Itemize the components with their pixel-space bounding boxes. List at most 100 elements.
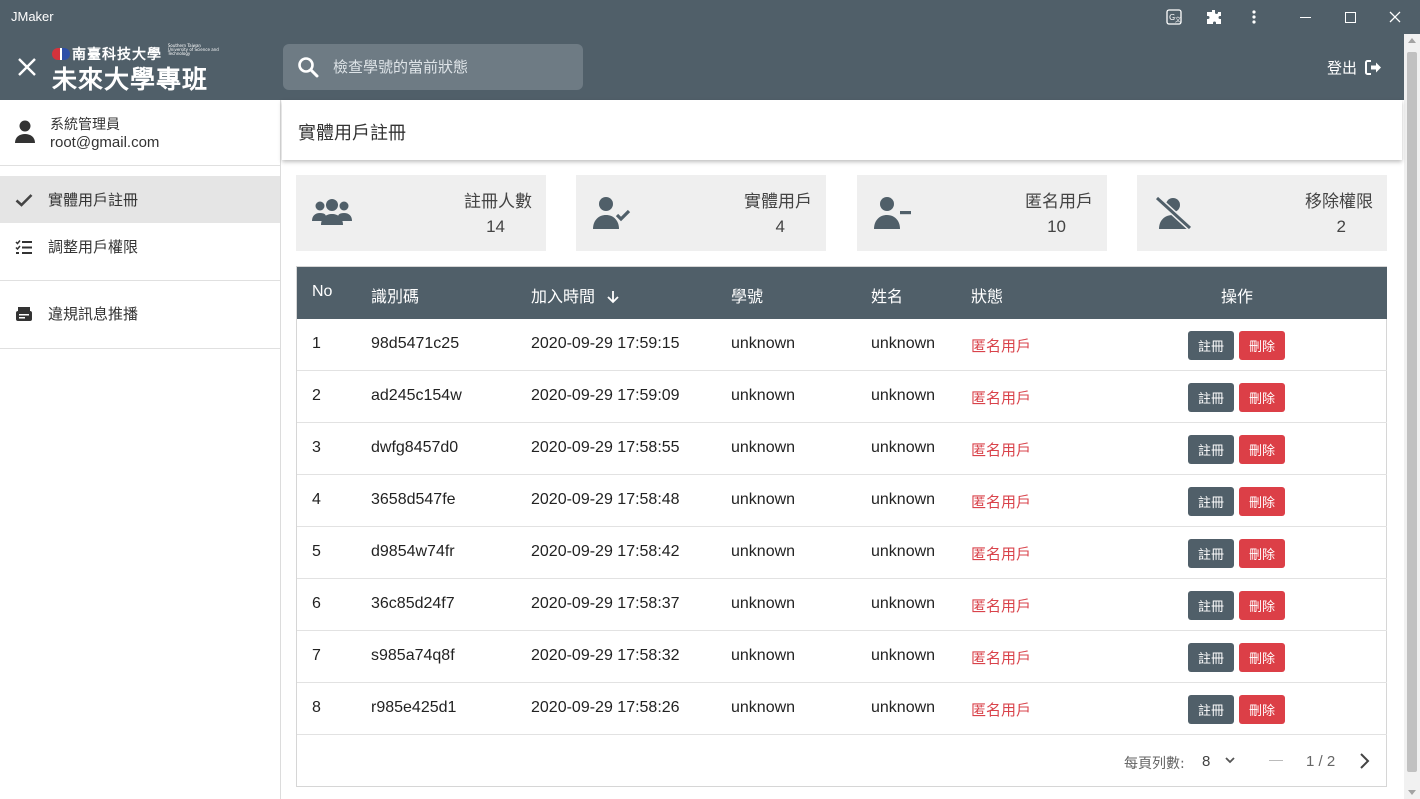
table-row: 7 s985a74q8f 2020-09-29 17:58:32 unknown… [297, 631, 1387, 683]
previous-page-button[interactable] [1269, 760, 1283, 761]
logout-label: 登出 [1327, 58, 1358, 77]
stat-value: 14 [486, 217, 505, 236]
user-slash-icon [1154, 195, 1193, 231]
search-box[interactable] [283, 44, 583, 90]
delete-button[interactable]: 刪除 [1239, 487, 1285, 516]
table-row: 1 98d5471c25 2020-09-29 17:59:15 unknown… [297, 319, 1387, 371]
cell-id: s985a74q8f [371, 647, 455, 664]
scroll-down-icon[interactable] [1408, 790, 1416, 795]
cell-student-id: unknown [731, 543, 796, 560]
user-icon [15, 120, 35, 143]
delete-button[interactable]: 刪除 [1239, 331, 1285, 360]
cell-status: 匿名用戶 [971, 701, 1032, 719]
chevron-down-icon[interactable] [1224, 754, 1236, 766]
stat-label: 匿名用戶 [1025, 192, 1093, 212]
scroll-up-icon[interactable] [1408, 38, 1416, 43]
column-header-student-id[interactable]: 學號 [731, 283, 763, 307]
sidebar-item-permissions[interactable]: 調整用戶權限 [0, 223, 280, 270]
extensions-icon[interactable] [1202, 5, 1226, 29]
sidebar-item-label: 實體用戶註冊 [48, 191, 139, 209]
translate-icon[interactable]: G文 [1162, 5, 1186, 29]
cell-status: 匿名用戶 [971, 389, 1032, 407]
cell-joined: 2020-09-29 17:59:15 [531, 335, 680, 352]
column-header-id[interactable]: 識別碼 [371, 283, 419, 307]
delete-button[interactable]: 刪除 [1239, 695, 1285, 724]
cell-status: 匿名用戶 [971, 597, 1032, 615]
table-header: No 識別碼 加入時間 學號 姓名 狀態 操作 [297, 267, 1387, 319]
school-emblem-icon [52, 48, 70, 60]
delete-button[interactable]: 刪除 [1239, 435, 1285, 464]
page-title: 實體用戶註冊 [298, 123, 406, 144]
user-minus-icon [874, 197, 911, 229]
delete-button[interactable]: 刪除 [1239, 643, 1285, 672]
more-vert-icon[interactable] [1242, 5, 1266, 29]
cell-name: unknown [871, 491, 936, 508]
logo: 南臺科技大學 Southern Taiwan University of Sci… [52, 44, 219, 94]
cell-status: 匿名用戶 [971, 545, 1032, 563]
table-row: 3 dwfg8457d0 2020-09-29 17:58:55 unknown… [297, 423, 1387, 475]
column-header-status[interactable]: 狀態 [971, 283, 1003, 307]
register-button[interactable]: 註冊 [1188, 435, 1234, 464]
svg-text:文: 文 [1175, 16, 1181, 24]
cell-name: unknown [871, 439, 936, 456]
column-header-no[interactable]: No [312, 283, 332, 301]
column-header-actions: 操作 [1221, 287, 1254, 306]
delete-button[interactable]: 刪除 [1239, 383, 1285, 412]
page-header: 實體用戶註冊 [282, 100, 1402, 160]
register-button[interactable]: 註冊 [1188, 487, 1234, 516]
register-button[interactable]: 註冊 [1188, 643, 1234, 672]
stat-card-registered: 註冊人數 14 [296, 175, 546, 251]
stat-card-anonymous-users: 匿名用戶 10 [857, 175, 1107, 251]
cell-no: 5 [312, 543, 321, 560]
sidebar-divider [0, 280, 280, 281]
page-info: 1 / 2 [1306, 753, 1336, 770]
logout-icon [1365, 59, 1382, 75]
users-group-icon [312, 199, 352, 225]
user-email: root@gmail.com [50, 134, 160, 151]
register-button[interactable]: 註冊 [1188, 331, 1234, 360]
message-icon [14, 304, 34, 324]
maximize-button[interactable] [1327, 0, 1373, 34]
close-window-button[interactable] [1372, 0, 1418, 34]
cell-joined: 2020-09-29 17:58:32 [531, 647, 680, 664]
register-button[interactable]: 註冊 [1188, 383, 1234, 412]
delete-button[interactable]: 刪除 [1239, 591, 1285, 620]
cell-no: 6 [312, 595, 321, 612]
logout-button[interactable]: 登出 [1327, 56, 1382, 78]
cell-id: dwfg8457d0 [371, 439, 459, 456]
stat-label: 實體用戶 [744, 192, 812, 212]
minimize-button[interactable] [1282, 0, 1328, 34]
table-row: 5 d9854w74fr 2020-09-29 17:58:42 unknown… [297, 527, 1387, 579]
register-button[interactable]: 註冊 [1188, 591, 1234, 620]
vertical-scrollbar[interactable] [1404, 34, 1420, 799]
cell-joined: 2020-09-29 17:59:09 [531, 387, 680, 404]
stat-card-removed-permissions: 移除權限 2 [1137, 175, 1387, 251]
column-header-joined[interactable]: 加入時間 [531, 283, 620, 307]
cell-name: unknown [871, 335, 936, 352]
delete-button[interactable]: 刪除 [1239, 539, 1285, 568]
cell-status: 匿名用戶 [971, 337, 1032, 355]
sidebar-item-violations[interactable]: 違規訊息推播 [0, 290, 280, 337]
register-button[interactable]: 註冊 [1188, 695, 1234, 724]
column-header-joined-label: 加入時間 [531, 287, 596, 306]
cell-student-id: unknown [731, 387, 796, 404]
chevron-right-icon[interactable] [1357, 752, 1371, 770]
cell-joined: 2020-09-29 17:58:55 [531, 439, 680, 456]
close-menu-button[interactable] [14, 54, 40, 80]
checklist-icon [14, 237, 34, 257]
users-table: No 識別碼 加入時間 學號 姓名 狀態 操作 1 98d5471c25 202… [296, 266, 1387, 787]
search-input[interactable] [333, 44, 573, 90]
cell-id: d9854w74fr [371, 543, 455, 560]
scrollbar-thumb[interactable] [1407, 52, 1417, 772]
cell-id: r985e425d1 [371, 699, 457, 716]
sidebar-item-register[interactable]: 實體用戶註冊 [0, 176, 280, 223]
app-header: 南臺科技大學 Southern Taiwan University of Sci… [0, 34, 1404, 100]
rows-per-page-select[interactable]: 8 [1202, 753, 1210, 770]
cell-no: 4 [312, 491, 321, 508]
cell-no: 8 [312, 699, 321, 716]
register-button[interactable]: 註冊 [1188, 539, 1234, 568]
column-header-name[interactable]: 姓名 [871, 283, 903, 307]
arrow-down-icon[interactable] [606, 290, 620, 304]
cell-name: unknown [871, 595, 936, 612]
cell-name: unknown [871, 699, 936, 716]
